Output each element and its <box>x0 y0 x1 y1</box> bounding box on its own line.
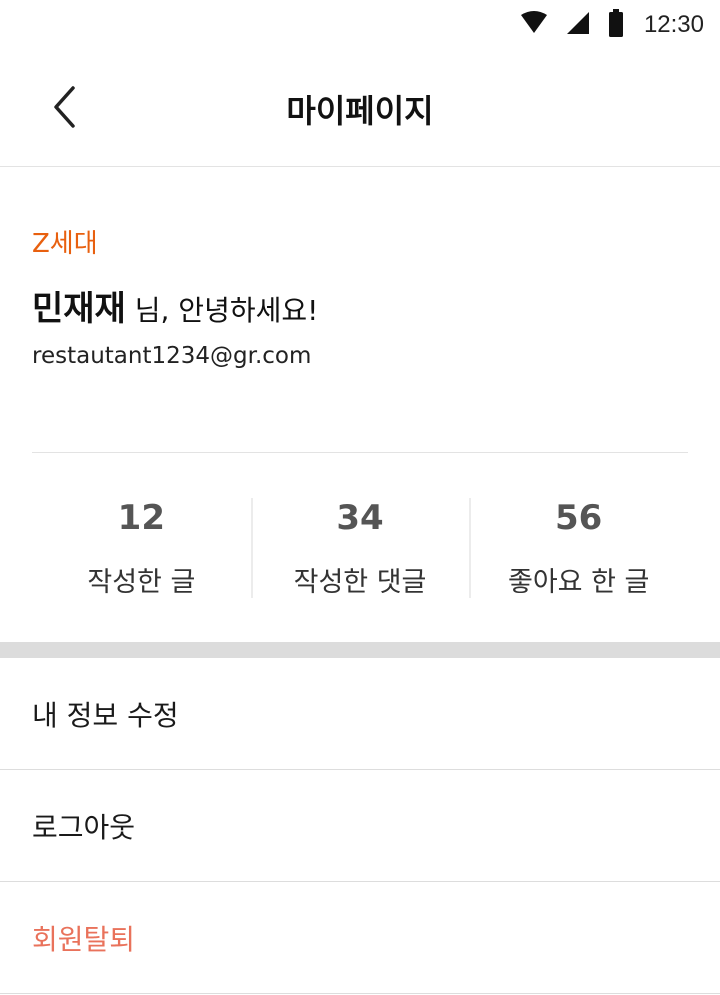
stat-value: 34 <box>336 498 384 538</box>
status-icons: 12:30 <box>520 8 704 42</box>
stat-posts[interactable]: 12 작성한 글 <box>32 498 251 598</box>
generation-badge: Z세대 <box>32 229 98 259</box>
app-bar: 마이페이지 <box>0 50 720 167</box>
cellular-signal-icon <box>566 11 590 39</box>
stat-label: 작성한 글 <box>87 567 196 598</box>
greeting-suffix: 님, 안녕하세요! <box>125 294 319 327</box>
activity-stats: 12 작성한 글 34 작성한 댓글 56 좋아요 한 글 <box>32 498 688 598</box>
stat-label: 작성한 댓글 <box>293 567 427 598</box>
stat-comments[interactable]: 34 작성한 댓글 <box>250 498 470 598</box>
menu-item-edit-profile[interactable]: 내 정보 수정 <box>0 658 720 770</box>
menu-item-logout[interactable]: 로그아웃 <box>0 770 720 882</box>
section-divider <box>0 642 720 658</box>
stat-liked-posts[interactable]: 56 좋아요 한 글 <box>469 498 688 598</box>
settings-menu: 내 정보 수정 로그아웃 회원탈퇴 <box>0 658 720 994</box>
divider <box>32 452 688 453</box>
page-title: 마이페이지 <box>286 92 434 130</box>
wifi-icon <box>520 11 548 39</box>
user-name: 민재재 <box>32 289 126 329</box>
status-bar: 12:30 <box>0 0 720 50</box>
menu-item-withdraw[interactable]: 회원탈퇴 <box>0 882 720 994</box>
status-time: 12:30 <box>643 11 704 38</box>
stat-label: 좋아요 한 글 <box>507 567 650 598</box>
battery-icon <box>608 9 624 41</box>
stat-value: 12 <box>117 498 165 538</box>
user-email: restautant1234@gr.com <box>32 343 312 369</box>
profile-section: Z세대 민재재 님, 안녕하세요! restautant1234@gr.com … <box>0 167 720 642</box>
greeting: 민재재 님, 안녕하세요! <box>32 281 318 330</box>
stat-value: 56 <box>555 498 603 538</box>
